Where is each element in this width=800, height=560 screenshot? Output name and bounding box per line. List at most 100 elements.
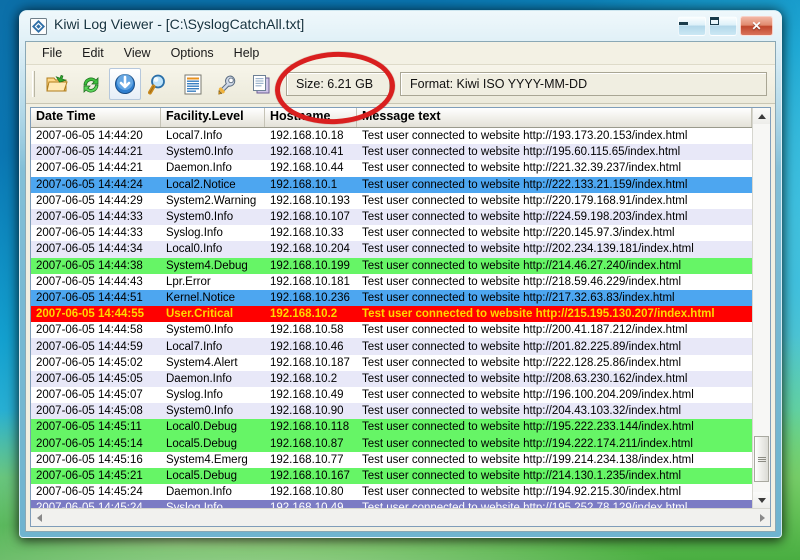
table-row[interactable]: 2007-06-05 14:45:24Daemon.Info192.168.10… bbox=[31, 484, 752, 500]
table-row[interactable]: 2007-06-05 14:44:20Local7.Info192.168.10… bbox=[31, 128, 752, 144]
table-row[interactable]: 2007-06-05 14:44:24Local2.Notice192.168.… bbox=[31, 177, 752, 193]
cell-hostname: 192.168.10.18 bbox=[265, 130, 357, 142]
table-row[interactable]: 2007-06-05 14:44:51Kernel.Notice192.168.… bbox=[31, 290, 752, 306]
open-file-button[interactable] bbox=[41, 68, 73, 100]
log-grid: Date Time Facility.Level Hostname Messag… bbox=[30, 107, 771, 527]
close-button[interactable]: ✕ bbox=[740, 16, 773, 36]
table-row[interactable]: 2007-06-05 14:44:34Local0.Info192.168.10… bbox=[31, 241, 752, 257]
cell-hostname: 192.168.10.58 bbox=[265, 324, 357, 336]
cell-message: Test user connected to website http://20… bbox=[357, 243, 752, 255]
cell-message: Test user connected to website http://19… bbox=[357, 486, 752, 498]
menu-item-view[interactable]: View bbox=[114, 44, 161, 62]
table-row[interactable]: 2007-06-05 14:45:21Local5.Debug192.168.1… bbox=[31, 468, 752, 484]
cell-hostname: 192.168.10.204 bbox=[265, 243, 357, 255]
cell-facility: Local7.Info bbox=[161, 130, 265, 142]
maximize-button[interactable] bbox=[709, 16, 737, 36]
copy-button[interactable] bbox=[245, 68, 277, 100]
vertical-scrollbar[interactable] bbox=[752, 108, 770, 508]
cell-facility: Daemon.Info bbox=[161, 486, 265, 498]
table-row[interactable]: 2007-06-05 14:45:07Syslog.Info192.168.10… bbox=[31, 387, 752, 403]
title-bar[interactable]: Kiwi Log Viewer - [C:\SyslogCatchAll.txt… bbox=[20, 11, 781, 41]
table-row[interactable]: 2007-06-05 14:45:14Local5.Debug192.168.1… bbox=[31, 436, 752, 452]
cell-datetime: 2007-06-05 14:44:51 bbox=[31, 292, 161, 304]
column-header-hostname[interactable]: Hostname bbox=[265, 108, 357, 127]
cell-message: Test user connected to website http://22… bbox=[357, 162, 752, 174]
triangle-down-icon bbox=[758, 498, 766, 503]
cell-facility: Local5.Debug bbox=[161, 438, 265, 450]
cell-datetime: 2007-06-05 14:44:43 bbox=[31, 276, 161, 288]
table-row[interactable]: 2007-06-05 14:44:29System2.Warning192.16… bbox=[31, 193, 752, 209]
cell-hostname: 192.168.10.193 bbox=[265, 195, 357, 207]
table-row[interactable]: 2007-06-05 14:44:58System0.Info192.168.1… bbox=[31, 322, 752, 338]
menu-item-edit[interactable]: Edit bbox=[72, 44, 114, 62]
table-row[interactable]: 2007-06-05 14:44:21System0.Info192.168.1… bbox=[31, 144, 752, 160]
scroll-left-button[interactable] bbox=[31, 509, 47, 526]
minimize-icon bbox=[679, 22, 688, 25]
column-header-facility-level[interactable]: Facility.Level bbox=[161, 108, 265, 127]
cell-hostname: 192.168.10.199 bbox=[265, 260, 357, 272]
scroll-down-button[interactable] bbox=[753, 492, 770, 508]
table-row[interactable]: 2007-06-05 14:44:33Syslog.Info192.168.10… bbox=[31, 225, 752, 241]
cell-datetime: 2007-06-05 14:45:16 bbox=[31, 454, 161, 466]
refresh-icon bbox=[80, 74, 102, 95]
cell-hostname: 192.168.10.2 bbox=[265, 373, 357, 385]
go-to-end-icon bbox=[114, 73, 136, 95]
cell-facility: Local0.Info bbox=[161, 243, 265, 255]
window-title: Kiwi Log Viewer - [C:\SyslogCatchAll.txt… bbox=[54, 16, 304, 32]
cell-message: Test user connected to website http://22… bbox=[357, 357, 752, 369]
menu-item-file[interactable]: File bbox=[32, 44, 72, 62]
table-row[interactable]: 2007-06-05 14:45:11Local0.Debug192.168.1… bbox=[31, 419, 752, 435]
horizontal-scrollbar[interactable] bbox=[31, 508, 770, 526]
cell-hostname: 192.168.10.49 bbox=[265, 389, 357, 401]
table-row[interactable]: 2007-06-05 14:45:02System4.Alert192.168.… bbox=[31, 355, 752, 371]
toolbar: Size: 6.21 GB Format: Kiwi ISO YYYY-MM-D… bbox=[26, 65, 775, 104]
column-header-message-text[interactable]: Message text bbox=[357, 108, 752, 127]
table-row[interactable]: 2007-06-05 14:44:38System4.Debug192.168.… bbox=[31, 258, 752, 274]
table-row[interactable]: 2007-06-05 14:45:05Daemon.Info192.168.10… bbox=[31, 371, 752, 387]
cell-facility: System0.Info bbox=[161, 211, 265, 223]
cell-datetime: 2007-06-05 14:44:29 bbox=[31, 195, 161, 207]
cell-datetime: 2007-06-05 14:44:58 bbox=[31, 324, 161, 336]
scroll-right-button[interactable] bbox=[754, 509, 770, 526]
toolbar-grip[interactable] bbox=[32, 71, 36, 97]
menu-item-options[interactable]: Options bbox=[161, 44, 224, 62]
cell-facility: System4.Emerg bbox=[161, 454, 265, 466]
log-rows[interactable]: 2007-06-05 14:44:20Local7.Info192.168.10… bbox=[31, 128, 752, 508]
table-row[interactable]: 2007-06-05 14:44:59Local7.Info192.168.10… bbox=[31, 338, 752, 354]
cell-datetime: 2007-06-05 14:44:21 bbox=[31, 146, 161, 158]
column-header-date-time[interactable]: Date Time bbox=[31, 108, 161, 127]
cell-message: Test user connected to website http://21… bbox=[357, 470, 752, 482]
refresh-button[interactable] bbox=[75, 68, 107, 100]
copy-icon bbox=[251, 74, 272, 95]
table-row[interactable]: 2007-06-05 14:44:55User.Critical192.168.… bbox=[31, 306, 752, 322]
find-button[interactable] bbox=[143, 68, 175, 100]
kiwi-diamond-icon bbox=[30, 18, 47, 35]
go-to-end-button[interactable] bbox=[109, 68, 141, 100]
table-row[interactable]: 2007-06-05 14:45:16System4.Emerg192.168.… bbox=[31, 452, 752, 468]
cell-message: Test user connected to website http://20… bbox=[357, 405, 752, 417]
minimize-button[interactable] bbox=[678, 16, 706, 36]
cell-hostname: 192.168.10.41 bbox=[265, 146, 357, 158]
cell-hostname: 192.168.10.46 bbox=[265, 341, 357, 353]
cell-message: Test user connected to website http://20… bbox=[357, 341, 752, 353]
log-grid-inner: Date Time Facility.Level Hostname Messag… bbox=[31, 108, 770, 508]
view-list-button[interactable] bbox=[177, 68, 209, 100]
table-row[interactable]: 2007-06-05 14:45:24Syslog.Info192.168.10… bbox=[31, 500, 752, 508]
menu-item-help[interactable]: Help bbox=[224, 44, 270, 62]
log-grid-column-area: Date Time Facility.Level Hostname Messag… bbox=[31, 108, 752, 508]
options-button[interactable] bbox=[211, 68, 243, 100]
cell-hostname: 192.168.10.44 bbox=[265, 162, 357, 174]
cell-datetime: 2007-06-05 14:44:20 bbox=[31, 130, 161, 142]
cell-facility: System0.Info bbox=[161, 146, 265, 158]
v-scroll-thumb[interactable] bbox=[754, 436, 769, 482]
cell-hostname: 192.168.10.77 bbox=[265, 454, 357, 466]
cell-facility: Local2.Notice bbox=[161, 179, 265, 191]
scroll-up-button[interactable] bbox=[753, 108, 770, 124]
cell-datetime: 2007-06-05 14:44:38 bbox=[31, 260, 161, 272]
table-row[interactable]: 2007-06-05 14:45:08System0.Info192.168.1… bbox=[31, 403, 752, 419]
cell-message: Test user connected to website http://21… bbox=[357, 308, 752, 320]
table-row[interactable]: 2007-06-05 14:44:33System0.Info192.168.1… bbox=[31, 209, 752, 225]
cell-hostname: 192.168.10.87 bbox=[265, 438, 357, 450]
table-row[interactable]: 2007-06-05 14:44:43Lpr.Error192.168.10.1… bbox=[31, 274, 752, 290]
table-row[interactable]: 2007-06-05 14:44:21Daemon.Info192.168.10… bbox=[31, 160, 752, 176]
